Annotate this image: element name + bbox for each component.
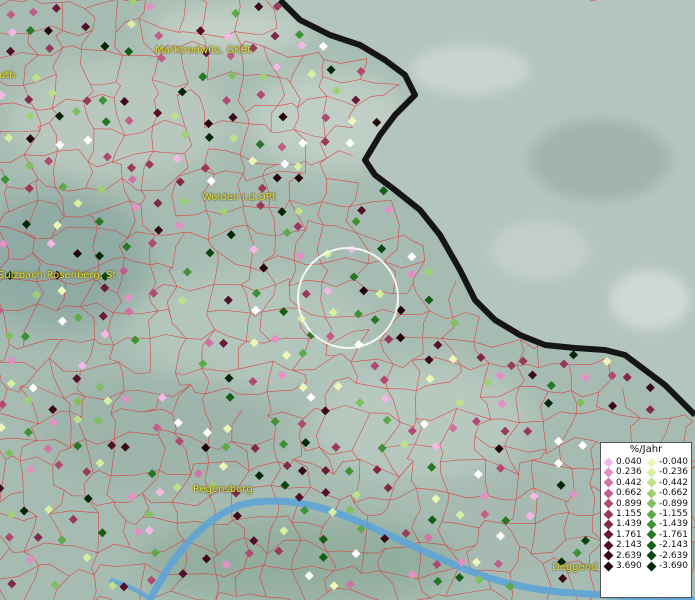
legend-row-neg-10: -3.690 <box>646 560 689 572</box>
label-weiden: Weiden i.d.OPf. <box>202 192 278 203</box>
legend-title: %/Jahr <box>629 444 663 455</box>
legend-value: -0.662 <box>659 488 689 499</box>
legend-positive-column: 0.040 0.236 0.442 0.662 0.899 1.155 1.439 1.761… <box>603 457 646 572</box>
legend-value: -0.899 <box>659 498 689 509</box>
legend-swatch-icon <box>603 561 614 572</box>
legend-value: 2.639 <box>616 550 642 561</box>
legend-swatch-icon <box>646 509 657 520</box>
legend-row-neg-2: -0.442 <box>646 478 689 488</box>
legend-row-pos-10: 3.690 <box>603 560 646 572</box>
legend-value: 0.662 <box>616 488 642 499</box>
legend-value: 0.899 <box>616 498 642 509</box>
legend-row-pos-2: 0.442 <box>603 478 646 488</box>
legend-swatch-icon <box>646 561 657 572</box>
legend-swatch-icon <box>646 529 657 540</box>
legend-row-neg-8: -2.143 <box>646 540 689 551</box>
legend: %/Jahr 0.040 0.236 0.442 0.662 0.899 1.155 1.4… <box>600 442 692 598</box>
legend-row-pos-3: 0.662 <box>603 488 646 499</box>
legend-row-pos-1: 0.236 <box>603 467 646 478</box>
label-regensburg: Regensburg <box>193 484 253 495</box>
legend-swatch-icon <box>646 498 657 509</box>
label-marktredwitz: Marktredwitz, GKSt <box>155 45 252 56</box>
label-edge-city: uth <box>0 70 16 81</box>
legend-swatch-icon <box>603 467 614 478</box>
legend-row-neg-5: -1.155 <box>646 508 689 520</box>
legend-swatch-icon <box>603 550 614 561</box>
legend-row-pos-9: 2.639 <box>603 551 646 561</box>
legend-negative-column: -0.040 -0.236 -0.442 -0.662 -0.899 -1.155 -1.4… <box>646 457 689 572</box>
map-canvas[interactable]: Marktredwitz, GKSt Weiden i.d.OPf. Sulzb… <box>0 0 695 600</box>
legend-value: 0.442 <box>616 477 642 488</box>
legend-swatch-icon <box>646 550 657 561</box>
legend-row-neg-9: -2.639 <box>646 551 689 561</box>
legend-swatch-icon <box>603 498 614 509</box>
legend-row-pos-7: 1.761 <box>603 530 646 540</box>
legend-value: -0.236 <box>659 467 689 478</box>
legend-swatch-icon <box>646 488 657 499</box>
legend-swatch-icon <box>646 540 657 551</box>
legend-value: -2.143 <box>659 540 689 551</box>
legend-row-pos-6: 1.439 <box>603 519 646 530</box>
legend-row-pos-5: 1.155 <box>603 508 646 520</box>
legend-value: -2.639 <box>659 550 689 561</box>
legend-swatch-icon <box>603 488 614 499</box>
legend-row-neg-4: -0.899 <box>646 499 689 509</box>
legend-value: -0.040 <box>659 457 689 467</box>
legend-swatch-icon <box>603 509 614 520</box>
legend-value: -1.439 <box>659 519 689 530</box>
legend-value: -1.761 <box>659 529 689 540</box>
legend-swatch-icon <box>646 457 657 468</box>
legend-value: -0.442 <box>659 477 689 488</box>
legend-swatch-icon <box>603 540 614 551</box>
legend-value: 3.690 <box>616 560 642 571</box>
legend-row-neg-7: -1.761 <box>646 530 689 540</box>
map-layer <box>0 0 695 600</box>
legend-row-neg-1: -0.236 <box>646 467 689 478</box>
legend-value: 1.761 <box>616 529 642 540</box>
legend-value: -3.690 <box>659 560 689 571</box>
legend-row-neg-6: -1.439 <box>646 519 689 530</box>
legend-swatch-icon <box>603 529 614 540</box>
label-sulzbach-rosenberg: Sulzbach-Rosenberg, St <box>0 270 117 281</box>
legend-swatch-icon <box>646 519 657 530</box>
legend-row-pos-4: 0.899 <box>603 499 646 509</box>
legend-value: 1.439 <box>616 519 642 530</box>
legend-swatch-icon <box>646 467 657 478</box>
legend-swatch-icon <box>646 478 657 488</box>
legend-row-pos-8: 2.143 <box>603 540 646 551</box>
legend-value: 2.143 <box>616 540 642 551</box>
legend-value: 0.040 <box>616 457 642 467</box>
legend-row-neg-0: -0.040 <box>646 457 689 468</box>
legend-value: -1.155 <box>659 508 689 519</box>
legend-swatch-icon <box>603 478 614 488</box>
legend-row-pos-0: 0.040 <box>603 457 646 468</box>
legend-row-neg-3: -0.662 <box>646 488 689 499</box>
legend-swatch-icon <box>603 519 614 530</box>
legend-swatch-icon <box>603 457 614 468</box>
label-deggendorf: Deggend <box>552 562 598 573</box>
legend-value: 0.236 <box>616 467 642 478</box>
legend-value: 1.155 <box>616 508 642 519</box>
